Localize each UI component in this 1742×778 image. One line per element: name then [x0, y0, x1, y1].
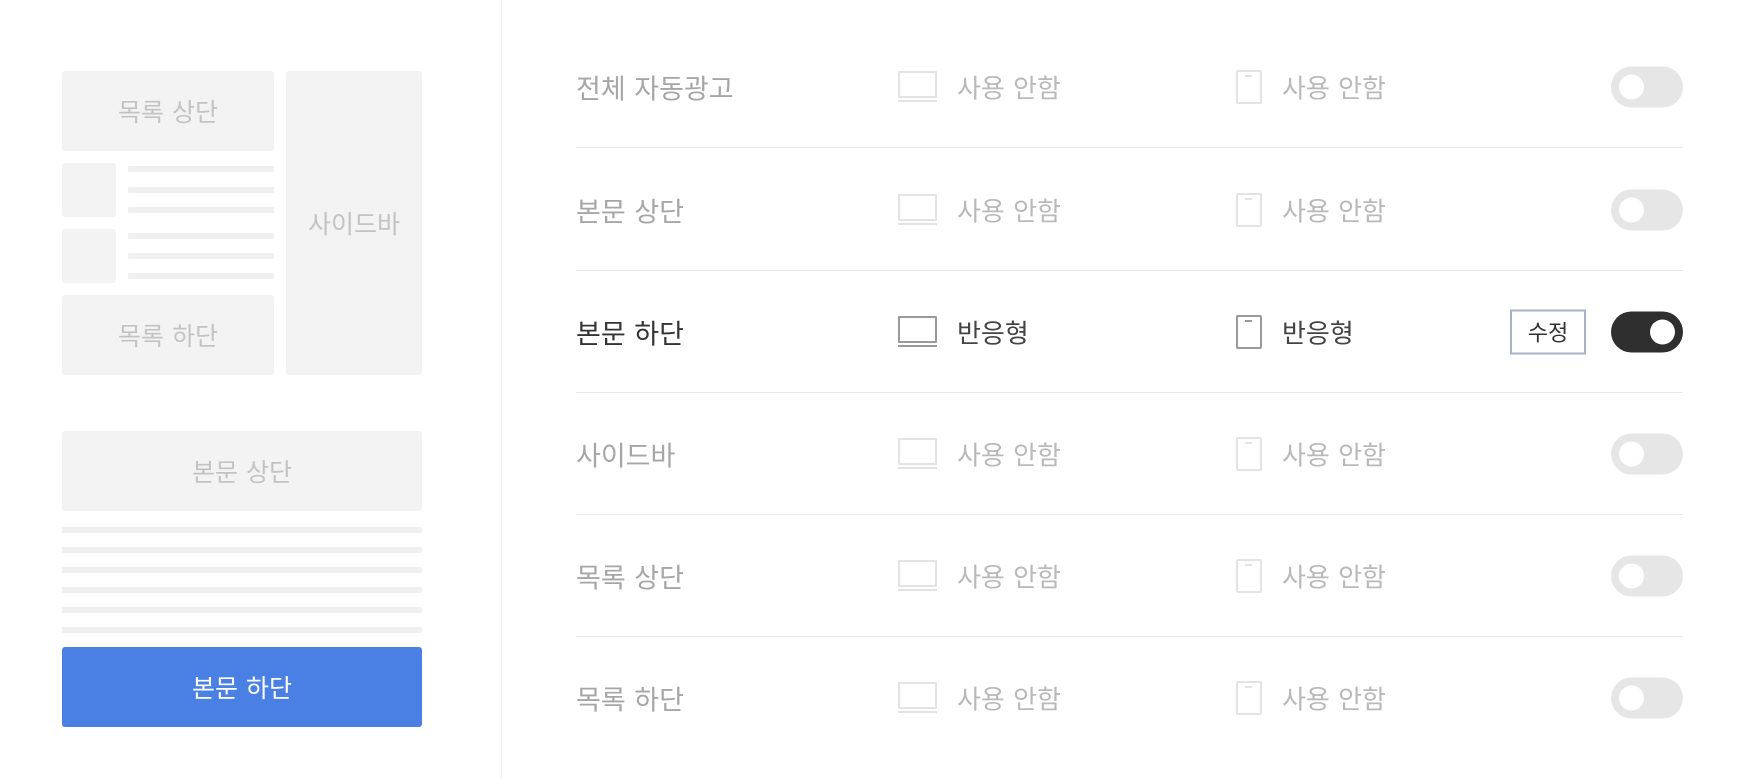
preview-list-bottom-label: 목록 하단: [118, 322, 218, 351]
row-title: 본문 하단: [576, 319, 684, 350]
row-title: 본문 상단: [576, 197, 684, 228]
row-title: 목록 상단: [576, 563, 684, 594]
preview-body-top[interactable]: 본문 상단: [62, 431, 422, 511]
preview-body-line: [62, 527, 422, 533]
preview-body-line: [62, 627, 422, 633]
ad-row-body-bottom: 본문 하단 반응형 반응형 수정: [576, 271, 1683, 393]
mobile-setting: 사용 안함: [1282, 197, 1386, 227]
pc-setting: 반응형: [957, 319, 1029, 349]
desktop-icon: [898, 437, 937, 470]
preview-thumbnail: [62, 229, 116, 283]
preview-body-top-label: 본문 상단: [192, 458, 292, 487]
preview-sidebar[interactable]: 사이드바: [286, 71, 422, 375]
row-title: 목록 하단: [576, 685, 684, 717]
pc-setting: 사용 안함: [957, 563, 1061, 593]
toggle-switch[interactable]: [1611, 189, 1683, 230]
preview-text-line: [128, 253, 274, 259]
preview-body-line: [62, 547, 422, 553]
mobile-setting: 사용 안함: [1282, 441, 1386, 471]
desktop-icon: [898, 193, 937, 226]
mobile-icon: [1236, 69, 1262, 104]
preview-body-bottom[interactable]: 본문 하단: [62, 647, 422, 727]
ad-row-body-top: 본문 상단 사용 안함 사용 안함: [576, 149, 1683, 271]
row-title: 전체 자동광고: [576, 74, 734, 105]
toggle-switch[interactable]: [1611, 311, 1683, 352]
mobile-icon: [1236, 681, 1262, 715]
desktop-icon: [898, 70, 937, 103]
mobile-icon: [1236, 436, 1262, 471]
preview-text-line: [128, 166, 274, 172]
desktop-icon: [898, 682, 937, 714]
preview-sidebar-label: 사이드바: [307, 210, 400, 239]
toggle-switch[interactable]: [1611, 66, 1683, 107]
layout-preview: 목록 상단 사이드바 목록 하단 본문 상단 본문 하단: [0, 0, 502, 778]
preview-text-line: [128, 207, 274, 213]
pc-setting: 사용 안함: [957, 197, 1061, 227]
preview-body-bottom-label: 본문 하단: [192, 674, 292, 703]
pc-setting: 사용 안함: [957, 685, 1061, 716]
preview-list-bottom[interactable]: 목록 하단: [62, 295, 274, 375]
toggle-switch[interactable]: [1611, 433, 1683, 474]
mobile-setting: 반응형: [1282, 319, 1354, 349]
preview-list-top[interactable]: 목록 상단: [62, 71, 274, 151]
toggle-switch[interactable]: [1611, 677, 1683, 719]
pc-setting: 사용 안함: [957, 74, 1061, 104]
mobile-icon: [1236, 192, 1262, 227]
preview-thumbnail: [62, 163, 116, 217]
edit-button[interactable]: 수정: [1510, 309, 1586, 354]
pc-setting: 사용 안함: [957, 441, 1061, 471]
desktop-icon: [898, 559, 937, 592]
mobile-icon: [1236, 558, 1262, 593]
mobile-icon: [1236, 314, 1262, 349]
mobile-setting: 사용 안함: [1282, 74, 1386, 104]
ad-row-sidebar: 사이드바 사용 안함 사용 안함: [576, 393, 1683, 515]
mobile-setting: 사용 안함: [1282, 563, 1386, 593]
preview-body-line: [62, 587, 422, 593]
preview-body-line: [62, 567, 422, 573]
toggle-switch[interactable]: [1611, 555, 1683, 596]
ad-row-auto: 전체 자동광고 사용 안함 사용 안함: [576, 26, 1683, 148]
preview-text-line: [128, 187, 274, 193]
desktop-icon: [898, 315, 937, 348]
ad-row-list-top: 목록 상단 사용 안함 사용 안함: [576, 515, 1683, 637]
row-title: 사이드바: [576, 441, 676, 472]
preview-list-top-label: 목록 상단: [118, 98, 218, 127]
preview-text-line: [128, 273, 274, 279]
preview-text-line: [128, 233, 274, 239]
ad-row-list-bottom: 목록 하단 사용 안함 사용 안함: [576, 637, 1683, 759]
preview-body-line: [62, 607, 422, 613]
mobile-setting: 사용 안함: [1282, 685, 1386, 716]
